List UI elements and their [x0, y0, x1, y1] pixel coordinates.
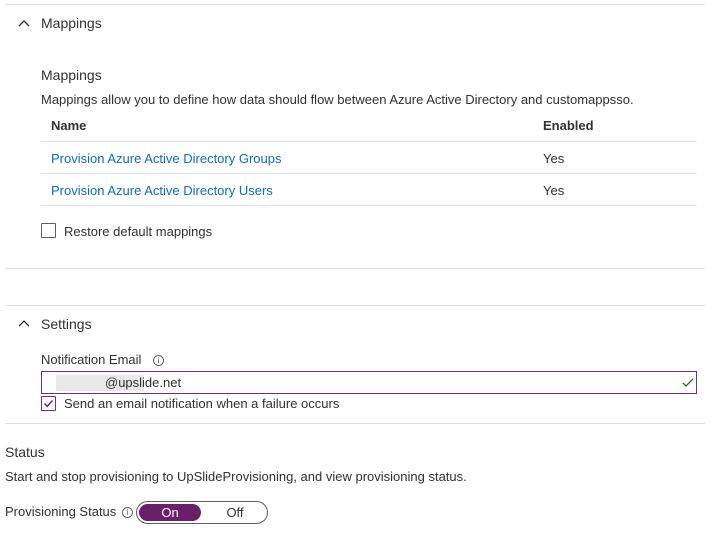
toggle-off-option[interactable]: Off [205, 504, 265, 521]
mapping-enabled-value: Yes [543, 151, 565, 166]
email-value: @upslide.net [105, 375, 182, 390]
settings-section-header[interactable]: Settings [0, 308, 715, 338]
info-icon[interactable]: i [122, 507, 133, 518]
settings-header-label: Settings [41, 316, 92, 332]
table-row-divider [41, 205, 697, 206]
checkmark-icon [682, 378, 694, 387]
column-header-enabled: Enabled [543, 118, 594, 133]
notification-email-label: Notification Email [41, 352, 142, 367]
status-description: Start and stop provisioning to UpSlidePr… [5, 469, 467, 484]
mapping-enabled-value: Yes [543, 183, 565, 198]
settings-bottom-divider [5, 423, 705, 424]
notification-email-input[interactable]: @upslide.net [41, 371, 697, 394]
chevron-up-icon [18, 20, 30, 27]
status-title: Status [5, 444, 45, 460]
send-email-notification-label[interactable]: Send an email notification when a failur… [64, 396, 339, 411]
column-header-name: Name [51, 118, 87, 133]
mappings-subtitle: Mappings [41, 67, 102, 83]
mappings-description: Mappings allow you to define how data sh… [41, 92, 634, 107]
chevron-up-icon [18, 320, 30, 327]
mappings-section-divider [5, 268, 705, 269]
toggle-on-option[interactable]: On [139, 504, 201, 521]
table-row: Provision Azure Active Directory Users Y… [41, 174, 697, 206]
send-email-notification-checkbox[interactable] [41, 396, 56, 411]
mappings-section-header[interactable]: Mappings [0, 8, 715, 38]
settings-top-divider [5, 305, 705, 306]
provisioning-status-label: Provisioning Status [5, 504, 117, 519]
mappings-header-label: Mappings [41, 15, 102, 31]
top-divider [5, 4, 705, 5]
restore-default-mappings-label[interactable]: Restore default mappings [64, 224, 212, 239]
restore-default-mappings-checkbox[interactable] [41, 223, 56, 238]
checkmark-icon [43, 400, 54, 408]
mapping-link-users[interactable]: Provision Azure Active Directory Users [51, 183, 273, 198]
info-icon[interactable]: i [153, 355, 164, 366]
mappings-table: Name Enabled Provision Azure Active Dire… [41, 110, 697, 208]
provisioning-status-toggle[interactable]: On Off [136, 501, 268, 524]
table-row: Provision Azure Active Directory Groups … [41, 142, 697, 174]
mapping-link-groups[interactable]: Provision Azure Active Directory Groups [51, 151, 281, 166]
